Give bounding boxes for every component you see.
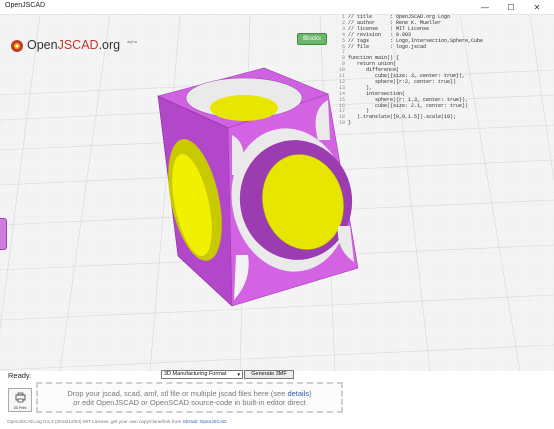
details-link[interactable]: details bbox=[287, 389, 309, 398]
minimize-button[interactable]: — bbox=[472, 0, 498, 15]
status-text: Ready. bbox=[8, 371, 32, 380]
generate-button[interactable]: Generate 3MF bbox=[244, 370, 294, 379]
chevron-down-icon: ▼ bbox=[236, 372, 241, 377]
github-link[interactable]: GitHub: OpenJSCAD bbox=[183, 419, 227, 424]
file-drop-zone[interactable]: Drop your jscad, scad, amf, stl file or … bbox=[36, 382, 343, 413]
close-button[interactable]: ✕ bbox=[524, 0, 550, 15]
gear-logo-icon bbox=[11, 40, 23, 52]
code-text: // file : logo.jscad bbox=[348, 43, 427, 50]
blocks-button[interactable]: Blocks bbox=[297, 33, 327, 45]
drop-hint-line1: Drop your jscad, scad, amf, stl file or … bbox=[67, 389, 312, 398]
code-text: } bbox=[348, 120, 352, 127]
format-select-value: 3D Manufacturing Format bbox=[164, 371, 227, 377]
format-select[interactable]: 3D Manufacturing Format ▼ bbox=[161, 370, 243, 379]
window-title: OpenJSCAD bbox=[5, 2, 46, 9]
code-text: ).translate([0,0,1.5]).scale(10); bbox=[348, 114, 457, 121]
line-number: 19 bbox=[338, 120, 345, 127]
code-editor[interactable]: 1// title : OpenJSCAD.org Logo 2// author… bbox=[333, 14, 533, 142]
printer-icon bbox=[15, 392, 26, 403]
3d-print-button[interactable]: 3D Print bbox=[8, 388, 32, 412]
editor-toggle-handle[interactable] bbox=[0, 218, 7, 250]
code-line: 19} bbox=[333, 120, 352, 127]
print-label: 3D Print bbox=[13, 406, 27, 410]
code-line: 18 ).translate([0,0,1.5]).scale(10); bbox=[333, 114, 457, 121]
drop-hint-line2: or edit OpenJSCAD or OpenSCAD source-cod… bbox=[73, 398, 306, 407]
footer: OpenJSCAD.org 0.5.3 (2016/12/04) MIT Lic… bbox=[7, 419, 227, 424]
logo-badge: alpha bbox=[127, 39, 137, 44]
logo-text: OpenJSCAD.org bbox=[27, 38, 121, 52]
title-bar: OpenJSCAD — ☐ ✕ bbox=[0, 0, 554, 15]
maximize-button[interactable]: ☐ bbox=[498, 0, 524, 15]
